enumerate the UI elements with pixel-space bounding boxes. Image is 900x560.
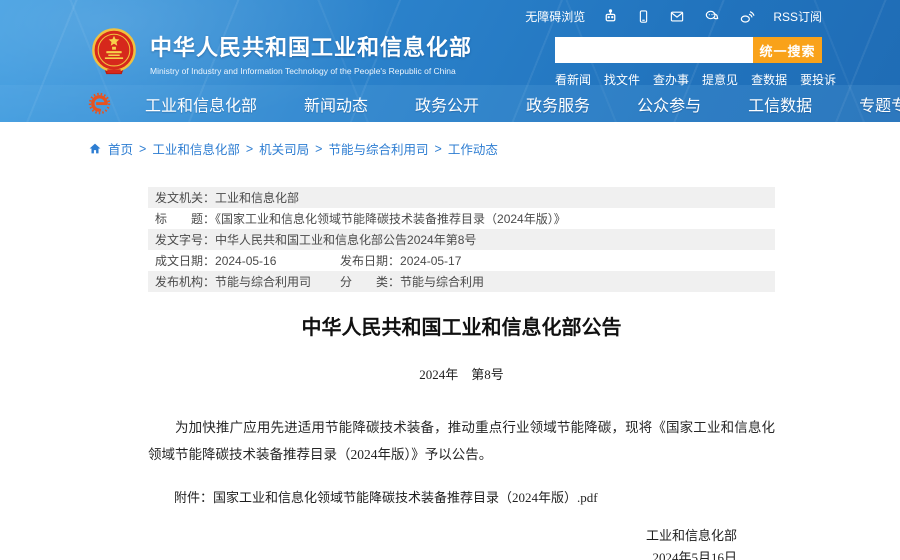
signature-agency: 工业和信息化部 bbox=[148, 525, 737, 547]
breadcrumb: 首页 > 工业和信息化部 > 机关司局 > 节能与综合利用司 > 工作动态 bbox=[88, 138, 900, 158]
nav-item-topics[interactable]: 专题专栏 bbox=[859, 92, 900, 116]
meta-row-dates: 成文日期：2024-05-16 发布日期：2024-05-17 bbox=[148, 250, 775, 271]
mail-icon[interactable] bbox=[668, 9, 686, 24]
meta-row-doc-number: 发文字号：中华人民共和国工业和信息化部公告2024年第8号 bbox=[148, 229, 775, 250]
announcement-body: 为加快推广应用先进适用节能降碳技术装备，推动重点行业领域节能降碳，现将《国家工业… bbox=[148, 414, 775, 468]
utility-bar: 无障碍浏览 RSS订阅 bbox=[525, 8, 822, 25]
nav-item-participation[interactable]: 公众参与 bbox=[637, 92, 701, 116]
site-title: 中华人民共和国工业和信息化部 bbox=[150, 30, 472, 62]
home-icon[interactable] bbox=[88, 142, 102, 155]
mobile-icon[interactable] bbox=[636, 8, 651, 25]
site-brand: 中华人民共和国工业和信息化部 Ministry of Industry and … bbox=[90, 28, 472, 78]
search-zone: 统一搜索 看新闻 找文件 查办事 提意见 查数据 要投诉 bbox=[555, 37, 822, 88]
breadcrumb-separator: > bbox=[315, 142, 322, 156]
announcement-issue-number: 2024年 第8号 bbox=[148, 364, 775, 383]
signature-date: 2024年5月16日 bbox=[148, 547, 737, 560]
announcement-title: 中华人民共和国工业和信息化部公告 bbox=[148, 311, 775, 340]
breadcrumb-departments[interactable]: 机关司局 bbox=[259, 139, 309, 158]
breadcrumb-energy-dept[interactable]: 节能与综合利用司 bbox=[328, 139, 428, 158]
site-header: 无障碍浏览 RSS订阅 bbox=[0, 0, 900, 122]
breadcrumb-separator: > bbox=[246, 142, 253, 156]
quick-link-news[interactable]: 看新闻 bbox=[555, 71, 591, 88]
breadcrumb-separator: > bbox=[435, 142, 442, 156]
site-title-english: Ministry of Industry and Information Tec… bbox=[150, 66, 472, 76]
quick-link-services[interactable]: 查办事 bbox=[653, 71, 689, 88]
breadcrumb-work-updates[interactable]: 工作动态 bbox=[448, 139, 498, 158]
quick-link-complaint[interactable]: 要投诉 bbox=[800, 71, 836, 88]
miit-e-logo-icon bbox=[88, 92, 111, 115]
document-meta-table: 发文机关：工业和信息化部 标 题：《国家工业和信息化领域节能降碳技术装备推荐目录… bbox=[148, 187, 775, 292]
search-input[interactable] bbox=[555, 37, 753, 63]
nav-item-gov-services[interactable]: 政务服务 bbox=[526, 92, 590, 116]
robot-icon[interactable] bbox=[602, 8, 619, 25]
nav-item-gov-info[interactable]: 政务公开 bbox=[415, 92, 479, 116]
weibo-icon[interactable] bbox=[738, 9, 756, 25]
breadcrumb-home[interactable]: 首页 bbox=[108, 139, 133, 158]
quick-link-files[interactable]: 找文件 bbox=[604, 71, 640, 88]
meta-row-title: 标 题：《国家工业和信息化领域节能降碳技术装备推荐目录（2024年版）》 bbox=[148, 208, 775, 229]
document-area: 发文机关：工业和信息化部 标 题：《国家工业和信息化领域节能降碳技术装备推荐目录… bbox=[148, 187, 775, 560]
signature-block: 工业和信息化部 2024年5月16日 bbox=[148, 525, 775, 560]
nav-item-news[interactable]: 新闻动态 bbox=[304, 92, 368, 116]
breadcrumb-separator: > bbox=[139, 142, 146, 156]
quick-link-data[interactable]: 查数据 bbox=[751, 71, 787, 88]
national-emblem-icon bbox=[90, 28, 138, 78]
breadcrumb-miit[interactable]: 工业和信息化部 bbox=[152, 139, 240, 158]
unified-search-button[interactable]: 统一搜索 bbox=[753, 37, 822, 63]
quick-links: 看新闻 找文件 查办事 提意见 查数据 要投诉 bbox=[555, 71, 822, 88]
meta-row-issuing-agency: 发文机关：工业和信息化部 bbox=[148, 187, 775, 208]
accessibility-link[interactable]: 无障碍浏览 bbox=[525, 8, 585, 25]
nav-item-miit[interactable]: 工业和信息化部 bbox=[145, 92, 257, 116]
nav-item-data[interactable]: 工信数据 bbox=[748, 92, 812, 116]
attachment-link[interactable]: 附件：国家工业和信息化领域节能降碳技术装备推荐目录（2024年版）.pdf bbox=[148, 487, 775, 506]
main-nav: 工业和信息化部 新闻动态 政务公开 政务服务 公众参与 工信数据 专题专栏 bbox=[0, 85, 900, 122]
wechat-icon[interactable] bbox=[703, 9, 721, 25]
rss-link[interactable]: RSS订阅 bbox=[773, 8, 822, 25]
meta-row-publisher-category: 发布机构：节能与综合利用司 分 类：节能与综合利用 bbox=[148, 271, 775, 292]
quick-link-suggest[interactable]: 提意见 bbox=[702, 71, 738, 88]
